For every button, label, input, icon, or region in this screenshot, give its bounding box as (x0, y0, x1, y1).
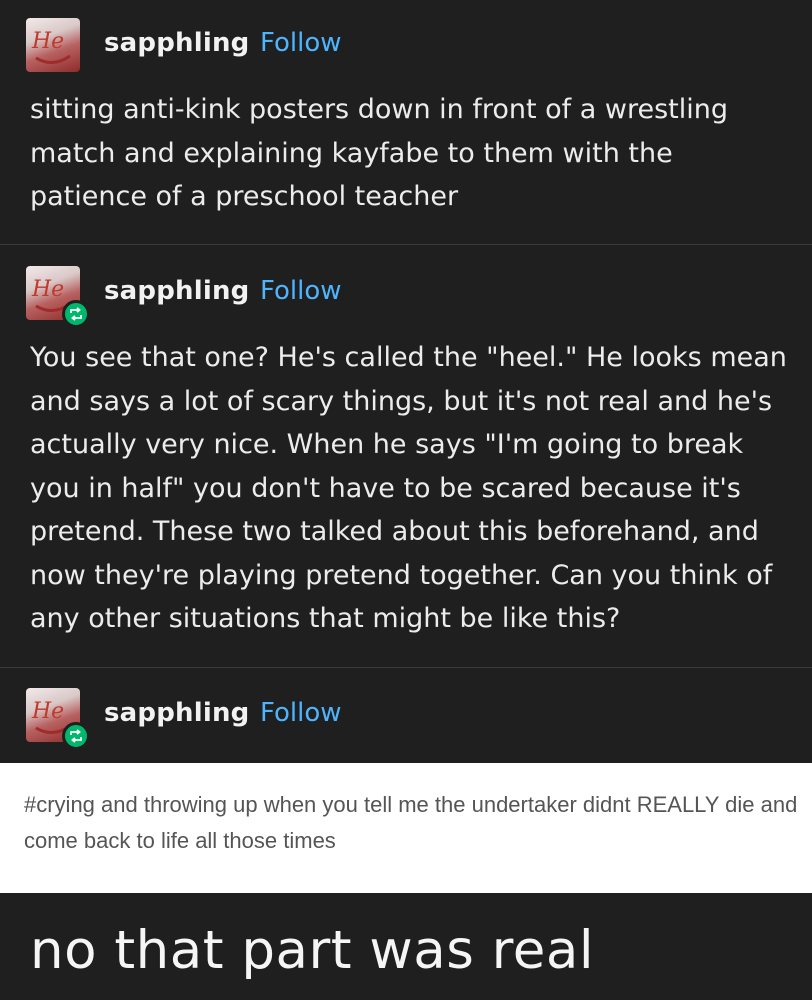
post-1-header: He sapphling Follow (0, 18, 812, 72)
avatar-image-icon: He (31, 29, 71, 64)
username[interactable]: sapphling (104, 276, 250, 306)
reblog-icon (62, 722, 90, 750)
username[interactable]: sapphling (104, 28, 250, 58)
svg-text:He: He (31, 699, 64, 724)
follow-button[interactable]: Follow (260, 276, 342, 306)
divider (0, 244, 812, 245)
post-text: You see that one? He's called the "heel.… (30, 342, 787, 634)
username[interactable]: sapphling (104, 698, 250, 728)
avatar[interactable]: He (26, 18, 80, 72)
caption-text: no that part was real (30, 920, 595, 981)
post-3-header: He sapphling Follow (0, 688, 812, 750)
reblog-icon (62, 300, 90, 328)
tag-text: #crying and throwing up when you tell me… (24, 792, 798, 853)
svg-text:He: He (31, 29, 64, 54)
divider (0, 667, 812, 668)
tag-screenshot: #crying and throwing up when you tell me… (0, 763, 812, 893)
post-text: sitting anti-kink posters down in front … (30, 94, 728, 212)
svg-text:He: He (31, 277, 64, 302)
follow-button[interactable]: Follow (260, 28, 342, 58)
follow-button[interactable]: Follow (260, 698, 342, 728)
post-2-header: He sapphling Follow (0, 266, 812, 328)
